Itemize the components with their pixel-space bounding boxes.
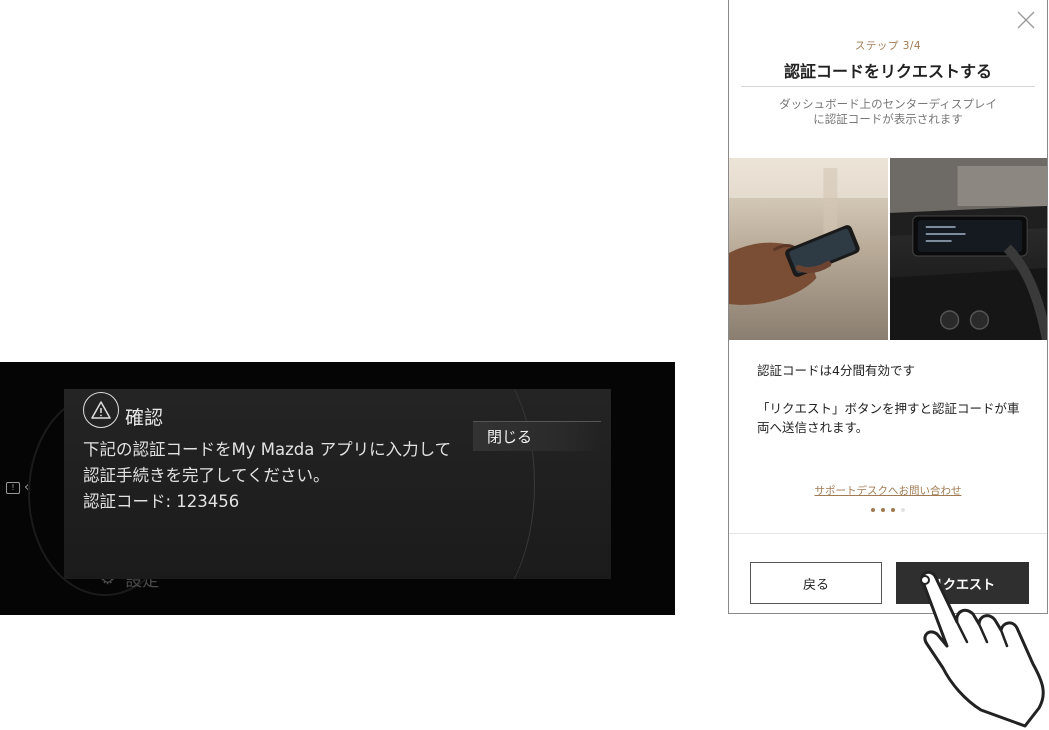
back-button[interactable]: 戻る — [750, 562, 882, 604]
instruction-text: ダッシュボード上のセンターディスプレイ に認証コードが表示されます — [749, 97, 1027, 127]
pointing-hand-icon — [920, 570, 1045, 728]
close-button[interactable]: 閉じる — [473, 421, 601, 451]
divider — [741, 86, 1035, 87]
pagination-dot — [901, 508, 905, 512]
instruction-text-content: ダッシュボード上のセンターディスプレイ に認証コードが表示されます — [779, 97, 997, 126]
illustration-photo — [729, 158, 1047, 340]
car-side-controls: ! ‹ — [6, 480, 29, 495]
dialog-message: 下記の認証コードをMy Mazda アプリに入力して 認証手続きを完了してくださ… — [83, 437, 453, 515]
car-center-display: ! ‹ ⚙ 設定 確認 下記の認証コードをMy Mazda アプリに入力して 認… — [0, 362, 675, 615]
pagination-dot — [881, 508, 885, 512]
dialog-header: 確認 — [83, 389, 163, 430]
step-indicator: ステップ 3/4 — [854, 40, 922, 52]
dialog-message-line: 認証手続きを完了してください。 — [83, 466, 330, 485]
pagination-dot-current — [891, 508, 895, 512]
support-desk-link[interactable]: サポートデスクへお問い合わせ — [729, 483, 1047, 498]
phone-app-screen: ステップ 3/4 認証コードをリクエストする ダッシュボード上のセンターディスプ… — [728, 0, 1048, 614]
auth-code-line: 認証コード: 123456 — [83, 492, 240, 511]
pagination-dots — [729, 508, 1047, 512]
confirmation-dialog: 確認 下記の認証コードをMy Mazda アプリに入力して 認証手続きを完了して… — [64, 389, 611, 579]
dialog-message-line: 下記の認証コードをMy Mazda アプリに入力して — [83, 440, 452, 459]
dialog-title: 確認 — [125, 407, 164, 429]
page-title: 認証コードをリクエストする — [783, 62, 992, 81]
notification-icon: ! — [6, 481, 20, 494]
close-icon[interactable] — [1015, 9, 1037, 31]
chevron-left-icon[interactable]: ‹ — [24, 480, 29, 495]
request-instruction: 「リクエスト」ボタンを押すと認証コードが車両へ送信されます。 — [757, 401, 1020, 435]
pagination-dot — [871, 508, 875, 512]
validity-notice: 認証コードは4分間有効です — [757, 363, 915, 378]
warning-icon — [83, 391, 119, 428]
footer-divider — [729, 533, 1047, 534]
